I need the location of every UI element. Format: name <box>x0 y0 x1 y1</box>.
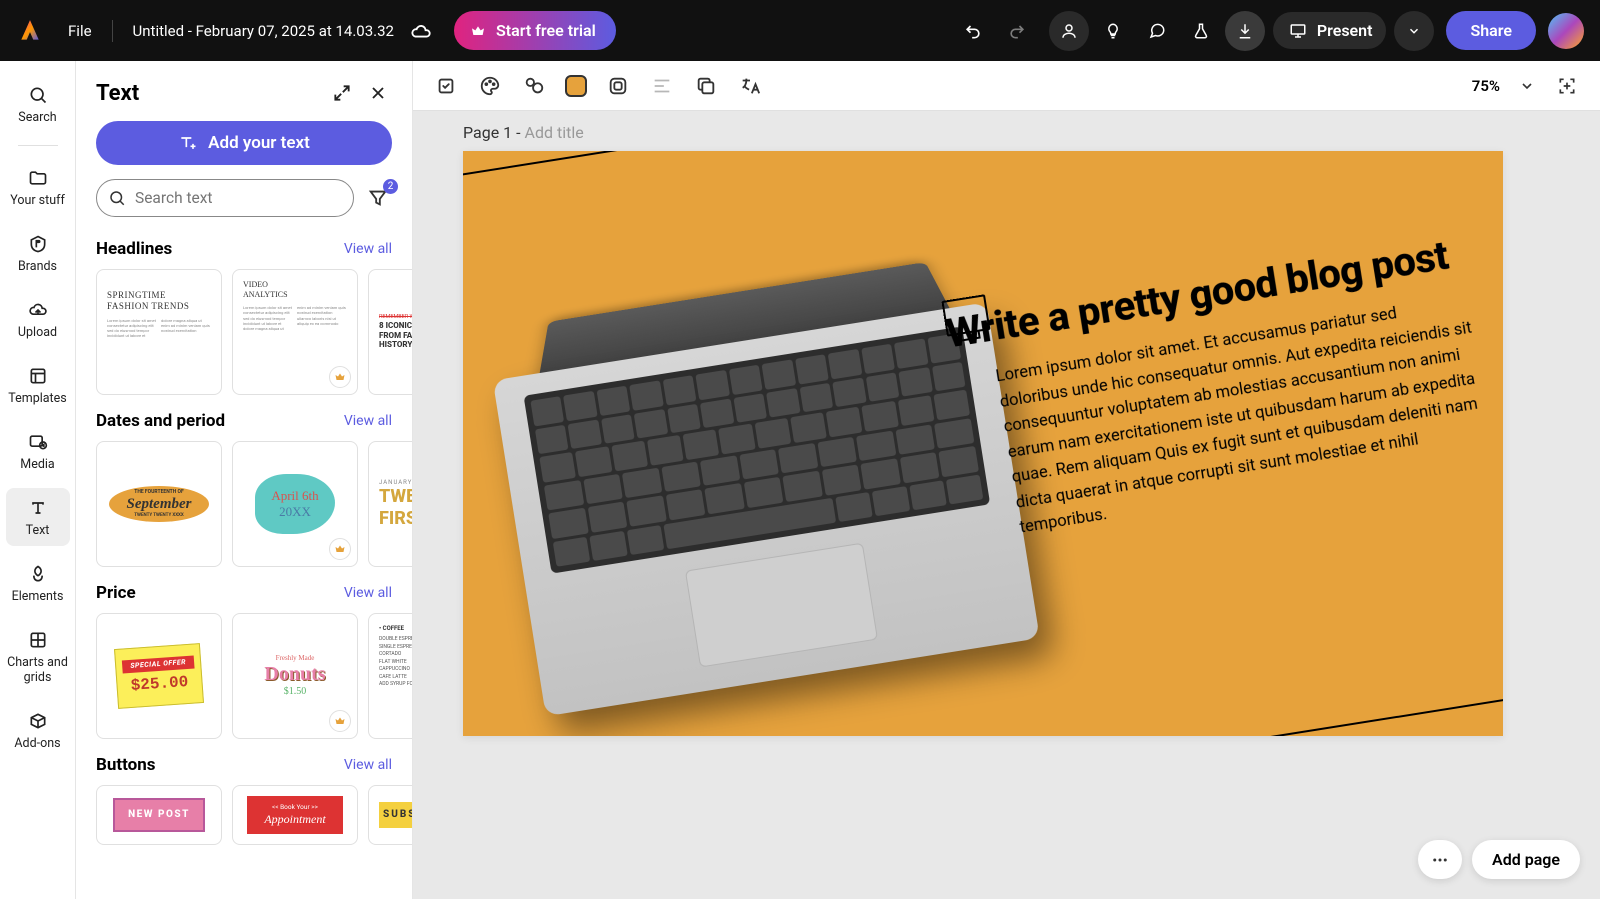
search-icon <box>26 83 50 107</box>
rail-elements[interactable]: Elements <box>6 554 70 612</box>
comment-icon[interactable] <box>1137 11 1177 51</box>
left-rail: Search Your stuff Brands Upload Template… <box>0 61 76 899</box>
premium-badge <box>329 538 351 560</box>
upload-icon <box>26 298 50 322</box>
topbar: File Untitled - February 07, 2025 at 14.… <box>0 0 1600 61</box>
text-template[interactable]: VIDEOANALYTICSLorem ipsum dolor sit amet… <box>232 269 358 395</box>
text-template[interactable]: • COFFEEDOUBLE ESPRES SINGLE ESPRES CORT… <box>368 613 412 739</box>
document-title[interactable]: Untitled - February 07, 2025 at 14.03.32 <box>133 22 394 40</box>
start-free-trial-button[interactable]: Start free trial <box>454 11 616 50</box>
text-template[interactable]: SPECIAL OFFER$25.00 <box>96 613 222 739</box>
text-template[interactable]: JANUARYTWEFIRS <box>368 441 412 567</box>
palette-icon[interactable] <box>477 73 503 99</box>
divider <box>112 20 113 42</box>
lightbulb-icon[interactable] <box>1093 11 1133 51</box>
premium-badge <box>329 710 351 732</box>
border-icon[interactable] <box>605 73 631 99</box>
rail-charts[interactable]: Charts and grids <box>6 620 70 693</box>
category-buttons: Buttons <box>96 755 156 775</box>
people-icon[interactable] <box>1049 11 1089 51</box>
text-template[interactable]: SUBSC <box>368 785 412 845</box>
search-icon <box>108 189 126 207</box>
crop-icon[interactable] <box>433 73 459 99</box>
premium-badge <box>329 366 351 388</box>
monitor-icon <box>941 294 990 336</box>
fit-icon[interactable] <box>1554 73 1580 99</box>
fill-color-swatch[interactable] <box>565 75 587 97</box>
more-options-button[interactable] <box>1418 840 1462 879</box>
rail-addons[interactable]: Add-ons <box>6 701 70 759</box>
add-page-button[interactable]: Add page <box>1472 840 1580 879</box>
rail-upload[interactable]: Upload <box>6 290 70 348</box>
expand-icon[interactable] <box>328 79 356 107</box>
redo-icon[interactable] <box>997 11 1037 51</box>
charts-icon <box>26 628 50 652</box>
category-headlines: Headlines <box>96 239 172 259</box>
rail-search[interactable]: Search <box>6 75 70 133</box>
canvas-toolbar: 75% <box>413 61 1600 111</box>
add-your-text-button[interactable]: Add your text <box>96 121 392 165</box>
laptop-image <box>463 186 1043 736</box>
folder-icon <box>26 166 50 190</box>
user-avatar[interactable] <box>1548 13 1584 49</box>
flask-icon[interactable] <box>1181 11 1221 51</box>
category-price: Price <box>96 583 136 603</box>
artboard[interactable]: Write a pretty good blog post Lorem ipsu… <box>463 151 1503 736</box>
view-all-buttons[interactable]: View all <box>344 757 392 773</box>
file-menu[interactable]: File <box>68 22 92 40</box>
present-icon <box>1289 22 1307 40</box>
text-template[interactable]: Freshly MadeDonuts$1.50 <box>232 613 358 739</box>
topbar-actions: Present Share <box>953 11 1584 51</box>
media-icon <box>26 430 50 454</box>
brands-icon <box>26 232 50 256</box>
elements-icon <box>26 562 50 586</box>
templates-icon <box>26 364 50 388</box>
panel-title: Text <box>96 81 320 106</box>
app-logo[interactable] <box>16 17 44 45</box>
rail-media[interactable]: Media <box>6 422 70 480</box>
filter-count-badge: 2 <box>383 179 398 194</box>
chevron-down-icon[interactable] <box>1514 73 1540 99</box>
text-template[interactable]: REMEMBER W8 ICONIC MFROM FASHISTORY <box>368 269 412 395</box>
filter-button[interactable]: 2 <box>364 184 392 212</box>
view-all-dates[interactable]: View all <box>344 413 392 429</box>
text-template[interactable]: THE FOURTEENTH OFSeptemberTWENTY TWENTY … <box>96 441 222 567</box>
crown-icon <box>470 23 486 39</box>
text-template[interactable]: NEW POST <box>96 785 222 845</box>
align-icon[interactable] <box>649 73 675 99</box>
addons-icon <box>26 709 50 733</box>
rail-text[interactable]: Text <box>6 488 70 546</box>
text-panel: Text Add your text 2 Headlines View all S… <box>76 61 413 899</box>
view-all-price[interactable]: View all <box>344 585 392 601</box>
layers-icon[interactable] <box>521 73 547 99</box>
text-add-icon <box>178 133 198 153</box>
search-text-input[interactable] <box>96 179 354 217</box>
category-dates: Dates and period <box>96 411 225 431</box>
text-icon <box>26 496 50 520</box>
canvas-area: 75% Page 1 - Add title <box>413 61 1600 899</box>
cloud-sync-icon[interactable] <box>410 21 430 41</box>
text-template[interactable]: << Book Your >>Appointment <box>232 785 358 845</box>
text-template[interactable]: SPRINGTIMEFASHION TRENDSLorem ipsum dolo… <box>96 269 222 395</box>
share-button[interactable]: Share <box>1446 11 1536 50</box>
translate-icon[interactable] <box>737 73 763 99</box>
more-icon <box>1431 851 1449 869</box>
present-dropdown[interactable] <box>1394 11 1434 51</box>
rail-templates[interactable]: Templates <box>6 356 70 414</box>
page-label[interactable]: Page 1 - Add title <box>463 123 584 142</box>
undo-icon[interactable] <box>953 11 993 51</box>
duplicate-icon[interactable] <box>693 73 719 99</box>
rail-brands[interactable]: Brands <box>6 224 70 282</box>
present-button[interactable]: Present <box>1273 12 1387 49</box>
text-template[interactable]: April 6th20XX <box>232 441 358 567</box>
view-all-headlines[interactable]: View all <box>344 241 392 257</box>
close-icon[interactable] <box>364 79 392 107</box>
text-block[interactable]: Write a pretty good blog post Lorem ipsu… <box>943 230 1494 548</box>
download-icon[interactable] <box>1225 11 1265 51</box>
rail-your-stuff[interactable]: Your stuff <box>6 158 70 216</box>
zoom-level[interactable]: 75% <box>1472 77 1500 95</box>
divider <box>18 145 58 146</box>
decorative-line <box>463 151 1243 177</box>
